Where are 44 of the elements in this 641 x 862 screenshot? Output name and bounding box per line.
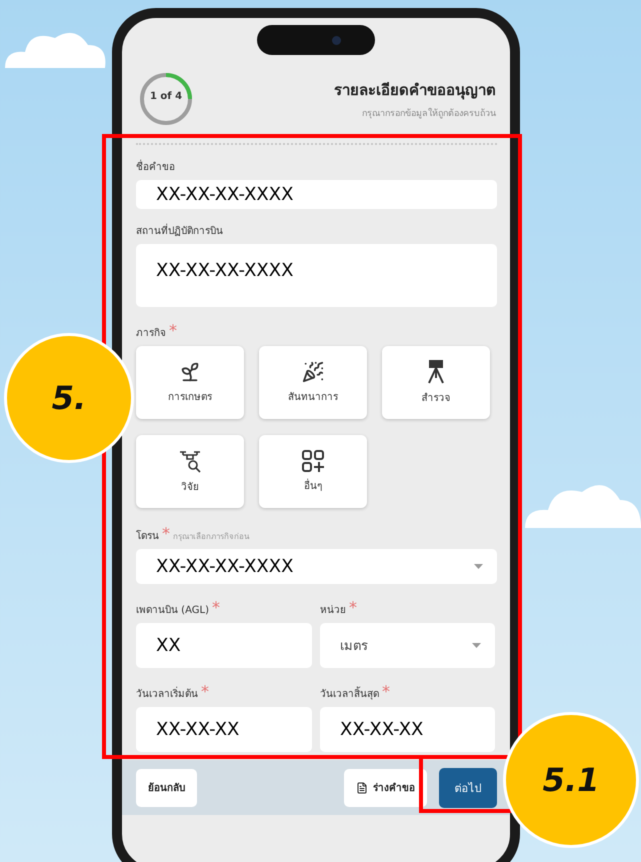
required-mark: * xyxy=(162,524,170,544)
select-field[interactable]: XX-XX-XX-XXXX xyxy=(136,549,497,584)
next-button[interactable]: ต่อไป xyxy=(439,768,497,808)
grid-plus-icon xyxy=(302,450,324,472)
page-title: รายละเอียดคำขออนุญาต xyxy=(334,80,496,102)
document-icon xyxy=(356,782,368,794)
input-field[interactable]: XX-XX-XX xyxy=(136,707,312,752)
progress-ring xyxy=(138,70,194,126)
progress-label: 1 of 4 xyxy=(148,90,184,102)
step-badge: 5.1 xyxy=(503,712,639,848)
field-label: ชื่อคำขอ xyxy=(136,159,497,174)
field-label: วันเวลาสิ้นสุด xyxy=(320,686,379,701)
field-label: ภารกิจ xyxy=(136,327,166,340)
draft-button[interactable]: ร่างคำขอ xyxy=(344,768,427,806)
select-field[interactable]: เมตร xyxy=(320,623,495,668)
field-label: โดรน xyxy=(136,529,159,544)
back-button[interactable]: ย้อนกลับ xyxy=(136,768,197,806)
required-mark: * xyxy=(201,682,209,701)
required-mark: * xyxy=(169,321,177,340)
sprout-icon xyxy=(179,361,201,384)
field-label: หน่วย xyxy=(320,604,346,617)
field-label: เพดานบิน (AGL) xyxy=(136,604,209,617)
mission-option[interactable]: วิจัย xyxy=(136,435,244,508)
step-badge: 5. xyxy=(4,333,134,463)
required-mark: * xyxy=(212,598,220,617)
mission-option[interactable]: อื่นๆ xyxy=(259,435,367,508)
required-mark: * xyxy=(349,598,357,617)
input-field[interactable]: XX-XX-XX-XXXX xyxy=(136,180,497,210)
field-hint: กรุณาเลือกภารกิจก่อน xyxy=(173,531,249,544)
input-field[interactable]: XX xyxy=(136,623,312,668)
tripod-icon xyxy=(426,360,446,384)
mission-option[interactable]: การเกษตร xyxy=(136,346,244,420)
field-label: วันเวลาเริ่มต้น xyxy=(136,686,198,701)
dropdown-caret-icon xyxy=(472,643,481,648)
party-popper-icon xyxy=(302,361,324,384)
dropdown-caret-icon xyxy=(474,564,483,570)
mission-option[interactable]: สำรวจ xyxy=(382,346,490,420)
drone-magnifier-icon xyxy=(178,449,202,474)
mission-option[interactable]: สันทนาการ xyxy=(259,346,367,420)
field-label: สถานที่ปฏิบัติการบิน xyxy=(136,223,497,238)
input-field[interactable]: XX-XX-XX xyxy=(320,707,495,752)
textarea-field[interactable]: XX-XX-XX-XXXX xyxy=(136,244,497,308)
page-subtitle: กรุณากรอกข้อมูลให้ถูกต้องครบถ้วน xyxy=(362,106,496,120)
required-mark: * xyxy=(382,682,390,701)
